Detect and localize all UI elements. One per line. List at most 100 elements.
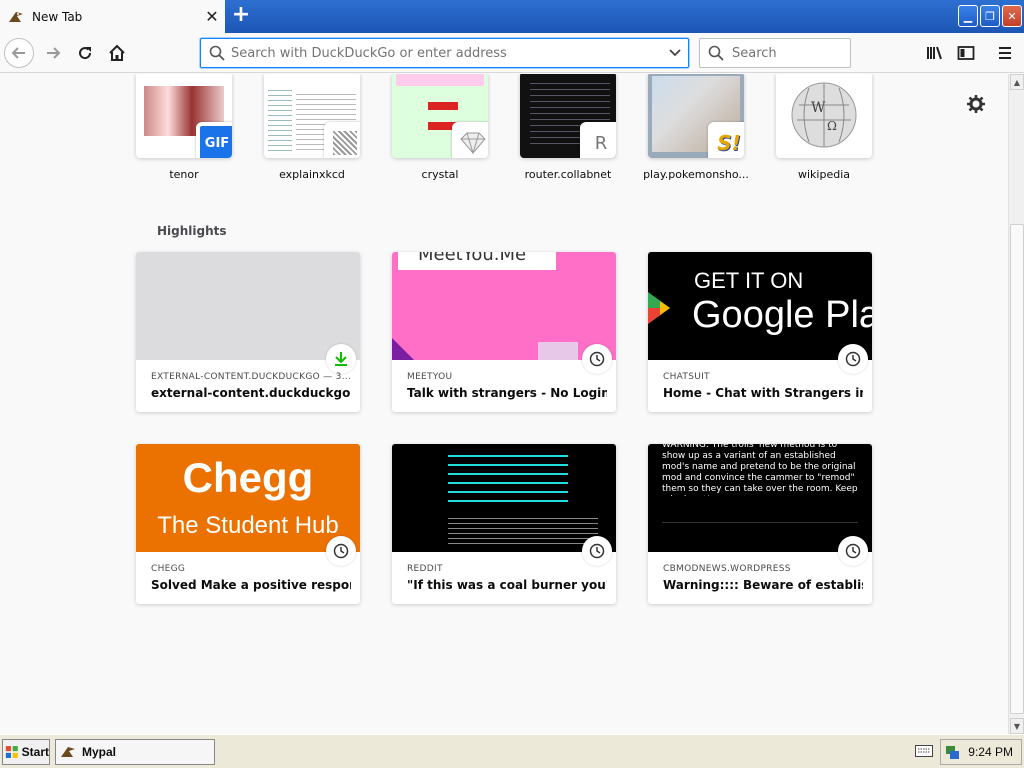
highlight-card[interactable]: WARNING: The trolls' new method is to sh… [648, 444, 872, 604]
close-window-button[interactable]: ✕ [1002, 5, 1022, 27]
card-title: Solved Make a positive response... [151, 578, 351, 592]
showdown-logo-icon: S! [708, 122, 744, 158]
highlights-heading: Highlights [157, 224, 227, 238]
site-thumbnail [392, 74, 488, 158]
tab-title: New Tab [32, 9, 83, 24]
highlight-card[interactable]: GET IT ON Google Pla CHATSUIT Home - Cha… [648, 252, 872, 412]
router-icon-text: R [594, 132, 608, 154]
clock-icon [582, 344, 612, 374]
card-image [136, 252, 360, 360]
card-image: GET IT ON Google Pla [648, 252, 872, 360]
card-source: REDDIT [407, 564, 443, 574]
highlight-card[interactable]: EXTERNAL-CONTENT.DUCKDUCKGO — 3... exter… [136, 252, 360, 412]
site-thumbnail: R [520, 74, 616, 158]
hamburger-menu-icon [999, 47, 1011, 59]
site-thumbnail [264, 74, 360, 158]
top-site-crystal[interactable]: crystal [392, 74, 488, 181]
clock-icon [582, 536, 612, 566]
home-button[interactable] [102, 38, 132, 68]
highlight-card[interactable]: REDDIT "If this was a coal burner you'll… [392, 444, 616, 604]
google-play-text: Google Pla [692, 294, 872, 336]
gif-icon: GIF [196, 122, 232, 158]
site-thumbnail: WΩ [776, 74, 872, 158]
card-title: "If this was a coal burner you'll fi... [407, 578, 607, 592]
back-button[interactable] [4, 38, 34, 68]
taskbar: Start Mypal 9:24 PM [0, 734, 1024, 768]
forward-arrow-icon [47, 47, 61, 59]
scrollbar-thumb[interactable] [1010, 224, 1024, 714]
top-site-explainxkcd[interactable]: explainxkcd [264, 74, 360, 181]
taskbar-item-mypal[interactable]: Mypal [55, 739, 215, 765]
clock-icon [838, 344, 868, 374]
tab-new-tab[interactable]: New Tab ✕ [0, 0, 225, 33]
play-store-logo-icon [648, 292, 670, 324]
keyboard-icon[interactable] [915, 745, 933, 757]
chegg-logo-text: Chegg [182, 454, 314, 501]
minimize-button[interactable]: ▁ [958, 5, 978, 27]
top-site-router-collabnet[interactable]: R router.collabnet [520, 74, 616, 181]
mypal-favicon-icon [9, 11, 23, 22]
top-site-pokemonshowdown[interactable]: S! play.pokemonsho... [643, 74, 749, 181]
vertical-scrollbar[interactable]: ▲ ▼ [1008, 74, 1024, 734]
showdown-icon-text: S! [717, 131, 741, 155]
tab-close-icon[interactable]: ✕ [199, 7, 225, 26]
site-thumbnail: GIF [136, 74, 232, 158]
address-bar[interactable] [200, 38, 689, 68]
card-title: Talk with strangers - No Login - ... [407, 386, 607, 400]
clock-icon [838, 536, 868, 566]
clock-icon [326, 536, 356, 566]
card-title: external-content.duckduckgo.c... [151, 386, 351, 400]
library-icon [927, 46, 942, 60]
network-icon[interactable] [944, 744, 960, 760]
highlight-card[interactable]: MeetYou.Me MEETYOU Talk with strangers -… [392, 252, 616, 412]
card-image [392, 444, 616, 552]
top-site-label: play.pokemonsho... [643, 168, 749, 181]
windows-logo-icon [5, 746, 18, 758]
card-title: Warning:::: Beware of establishe... [663, 578, 863, 592]
back-arrow-icon [11, 47, 25, 59]
download-icon [326, 344, 356, 374]
scroll-down-icon[interactable]: ▼ [1010, 718, 1024, 734]
top-site-label: wikipedia [797, 168, 850, 181]
forward-button[interactable] [38, 38, 68, 68]
wikipedia-globe-icon: WΩ [791, 82, 857, 148]
sidebar-icon [957, 46, 975, 60]
restore-button[interactable]: ❐ [980, 5, 1000, 27]
sidebar-button[interactable] [951, 38, 981, 68]
reload-icon [79, 47, 92, 60]
card-source: CHATSUIT [663, 372, 710, 382]
svg-text:Ω: Ω [827, 119, 837, 133]
settings-gear-icon[interactable] [966, 94, 986, 114]
warning-text: WARNING: The trolls' new method is to sh… [662, 444, 858, 496]
meetyou-logo-text: MeetYou.Me [398, 252, 556, 270]
search-bar[interactable] [699, 38, 851, 68]
crystal-diamond-icon [452, 122, 488, 158]
search-input[interactable] [732, 45, 842, 61]
top-site-label: router.collabnet [524, 168, 612, 181]
top-site-label: explainxkcd [279, 168, 345, 181]
top-site-tenor[interactable]: GIF tenor [136, 74, 232, 181]
library-button[interactable] [920, 38, 950, 68]
menu-button[interactable] [990, 38, 1020, 68]
chegg-subtitle-text: The Student Hub [157, 512, 339, 539]
start-button[interactable]: Start [2, 739, 50, 765]
card-title: Home - Chat with Strangers in fr... [663, 386, 863, 400]
home-icon [109, 44, 125, 61]
gif-icon-text: GIF [204, 135, 230, 151]
new-tab-page: GIF tenor explainxkcd crystal R router.c… [0, 74, 1008, 734]
get-it-on-text: GET IT ON [694, 268, 804, 293]
top-site-wikipedia[interactable]: WΩ wikipedia [776, 74, 872, 181]
highlight-card[interactable]: Chegg The Student Hub CHEGG Solved Make … [136, 444, 360, 604]
start-label: Start [21, 745, 49, 759]
address-input[interactable] [231, 45, 662, 61]
card-image: MeetYou.Me [392, 252, 616, 360]
reload-button[interactable] [70, 38, 100, 68]
site-thumbnail: S! [648, 74, 744, 158]
scroll-up-icon[interactable]: ▲ [1010, 74, 1024, 90]
chevron-down-icon[interactable] [662, 48, 688, 58]
new-tab-button[interactable]: + [228, 4, 254, 28]
card-source: EXTERNAL-CONTENT.DUCKDUCKGO — 3... [151, 372, 351, 382]
card-source: CBMODNEWS.WORDPRESS [663, 564, 791, 574]
card-source: CHEGG [151, 564, 186, 574]
window-controls: ▁ ❐ ✕ [958, 5, 1022, 27]
